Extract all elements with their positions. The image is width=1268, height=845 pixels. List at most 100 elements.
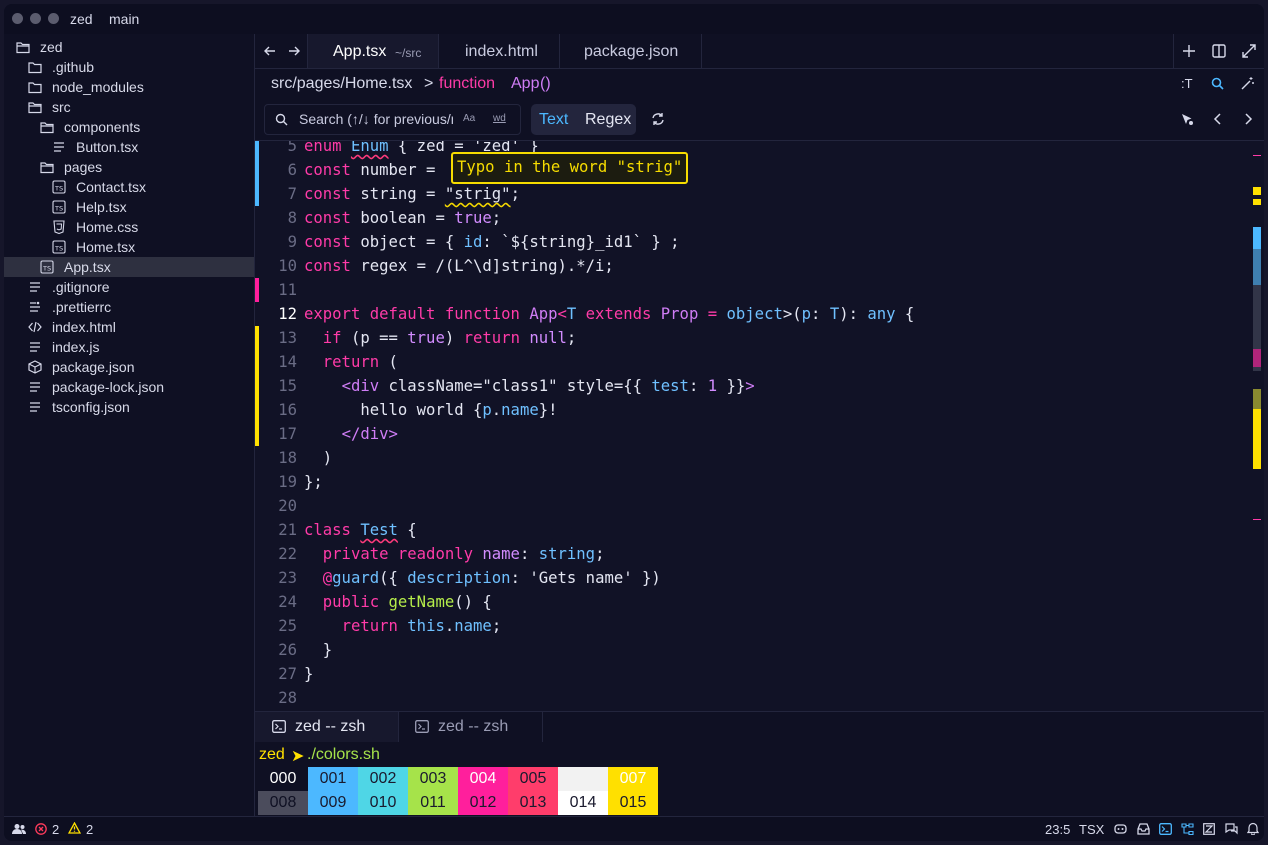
breadcrumb-path[interactable]: src/pages/Home.tsx	[271, 75, 412, 93]
code-line[interactable]: 21 class Test {	[255, 518, 1250, 542]
code-line[interactable]: 25 return this.name;	[255, 614, 1250, 638]
code-line[interactable]: 11	[255, 278, 1250, 302]
warning-icon[interactable]	[68, 822, 81, 834]
code-line[interactable]: 19};	[255, 470, 1250, 494]
terminal-tab-label: zed -- zsh	[295, 718, 366, 735]
code-line[interactable]: 26 }	[255, 638, 1250, 662]
code-line[interactable]: 16 hello world {p.name}!	[255, 398, 1250, 422]
tree-item[interactable]: zed	[4, 37, 254, 57]
language-selector[interactable]: TSX	[1079, 822, 1104, 837]
code-line[interactable]: 17 </div>	[255, 422, 1250, 446]
code-line[interactable]: 18 )	[255, 446, 1250, 470]
status-bar: 2 2 23:5 TSX	[4, 816, 1264, 841]
tree-item[interactable]: TS App.tsx	[4, 257, 254, 277]
code-line[interactable]: 20	[255, 494, 1250, 518]
notification-bell-icon[interactable]	[1247, 822, 1259, 835]
error-count[interactable]: 2	[52, 822, 59, 837]
warning-count[interactable]: 2	[86, 822, 93, 837]
code-line[interactable]: 15 <div className="class1" style={{ test…	[255, 374, 1250, 398]
tree-item[interactable]: node_modules	[4, 77, 254, 97]
code-line[interactable]: 8 const boolean = true;	[255, 206, 1250, 230]
tab-label: index.html	[465, 43, 538, 60]
outline-button[interactable]: :T	[1181, 76, 1193, 91]
close-window-button[interactable]	[12, 13, 23, 24]
terminal-prompt-arrow: ➤	[291, 748, 305, 765]
code-line[interactable]: 12 export default function App<T extends …	[255, 302, 1250, 326]
tab-index-html[interactable]: index.html	[437, 34, 560, 68]
tree-item[interactable]: src	[4, 97, 254, 117]
forward-arrow-icon[interactable]	[287, 44, 301, 58]
error-icon[interactable]	[35, 823, 47, 835]
tab-package-json[interactable]: package.json	[559, 34, 702, 68]
terminal-panel[interactable]: zed ➤ ./colors.sh 000 001 002 003 004 005 007 0…	[255, 742, 1264, 816]
project-panel: zed .github node_modules src components Butto…	[4, 34, 255, 816]
code-line[interactable]: 28	[255, 686, 1250, 710]
search-input[interactable]: Search (↑/↓ for previous/next query) Aa …	[264, 104, 521, 135]
terminal-toggle-icon[interactable]	[1159, 823, 1172, 835]
minimize-window-button[interactable]	[30, 13, 41, 24]
tree-item[interactable]: TS Contact.tsx	[4, 177, 254, 197]
tree-item-label: package-lock.json	[52, 379, 165, 395]
tab-app-tsx[interactable]: App.tsx ~/src	[307, 34, 439, 68]
code-line[interactable]: 13 if (p == true) return null;	[255, 326, 1250, 350]
breadcrumb-symbol[interactable]: App	[511, 75, 539, 93]
code-line[interactable]: 6 const number =	[255, 158, 1250, 182]
code-line[interactable]: 5 enum Enum { zed = 'zed' }	[255, 141, 1250, 158]
project-name[interactable]: zed	[70, 11, 93, 27]
back-arrow-icon[interactable]	[263, 44, 277, 58]
tree-item[interactable]: package-lock.json	[4, 377, 254, 397]
chat-icon[interactable]	[1225, 823, 1238, 835]
tree-item[interactable]: .github	[4, 57, 254, 77]
editor-scrollbar[interactable]	[1250, 141, 1264, 711]
tree-item[interactable]: tsconfig.json	[4, 397, 254, 417]
replace-icon[interactable]	[651, 112, 665, 126]
code-line[interactable]: 27}	[255, 662, 1250, 686]
tree-item[interactable]: components	[4, 117, 254, 137]
ts-file-icon: TS	[52, 240, 66, 254]
inbox-icon[interactable]	[1137, 823, 1150, 835]
code-editor[interactable]: 28 27} 26 } 25 return this.name; 24 public g…	[255, 141, 1264, 711]
cursor-position[interactable]: 23:5	[1045, 822, 1070, 837]
diagnostic-tooltip: Typo in the word "strig"	[451, 152, 689, 184]
terminal-tab-1[interactable]: zed -- zsh	[255, 712, 399, 742]
collaborators-icon[interactable]	[12, 823, 26, 835]
split-pane-icon[interactable]	[1212, 44, 1226, 58]
regex-mode-button[interactable]: Regex	[585, 111, 631, 129]
tree-item[interactable]: TS Help.tsx	[4, 197, 254, 217]
code-line[interactable]: 24 public getName() {	[255, 590, 1250, 614]
tree-item[interactable]: Button.tsx	[4, 137, 254, 157]
previous-match-icon[interactable]	[1213, 113, 1223, 125]
code-line[interactable]: 7 const string = "strig";	[255, 182, 1250, 206]
select-all-matches-icon[interactable]	[1181, 113, 1194, 126]
tree-item[interactable]: TS Home.tsx	[4, 237, 254, 257]
tree-item-label: App.tsx	[64, 259, 111, 275]
maximize-icon[interactable]	[1242, 44, 1256, 58]
code-line[interactable]: 14 return (	[255, 350, 1250, 374]
maximize-window-button[interactable]	[48, 13, 59, 24]
magic-wand-icon[interactable]	[1241, 77, 1254, 90]
tree-item[interactable]: index.js	[4, 337, 254, 357]
code-line[interactable]: 9 const object = { id: `${string}_id1` } …	[255, 230, 1250, 254]
search-icon[interactable]	[1211, 77, 1224, 90]
case-sensitive-toggle[interactable]: Aa	[463, 113, 475, 124]
code-line[interactable]: 22 private readonly name: string;	[255, 542, 1250, 566]
code-line[interactable]: 10 const regex = /(L^\d]string).*/i;	[255, 254, 1250, 278]
tab-path: ~/src	[395, 46, 422, 60]
tree-item[interactable]: index.html	[4, 317, 254, 337]
terminal-tab-2[interactable]: zed -- zsh	[398, 712, 543, 742]
tree-item[interactable]: package.json	[4, 357, 254, 377]
code-line[interactable]: 23 @guard({ description: 'Gets name' })	[255, 566, 1250, 590]
branch-name[interactable]: main	[109, 11, 139, 27]
whole-word-toggle[interactable]: wd	[493, 113, 506, 124]
project-panel-toggle-icon[interactable]	[1181, 823, 1194, 835]
tree-item[interactable]: Home.css	[4, 217, 254, 237]
tree-item[interactable]: .gitignore	[4, 277, 254, 297]
next-match-icon[interactable]	[1243, 113, 1253, 125]
terminal-color-cell: 005	[508, 767, 558, 791]
copilot-icon[interactable]	[1114, 822, 1127, 835]
plus-icon[interactable]	[1183, 45, 1195, 57]
zed-assistant-icon[interactable]	[1203, 823, 1215, 835]
tree-item[interactable]: pages	[4, 157, 254, 177]
tree-item[interactable]: .prettierrc	[4, 297, 254, 317]
text-mode-button[interactable]: Text	[539, 111, 568, 129]
